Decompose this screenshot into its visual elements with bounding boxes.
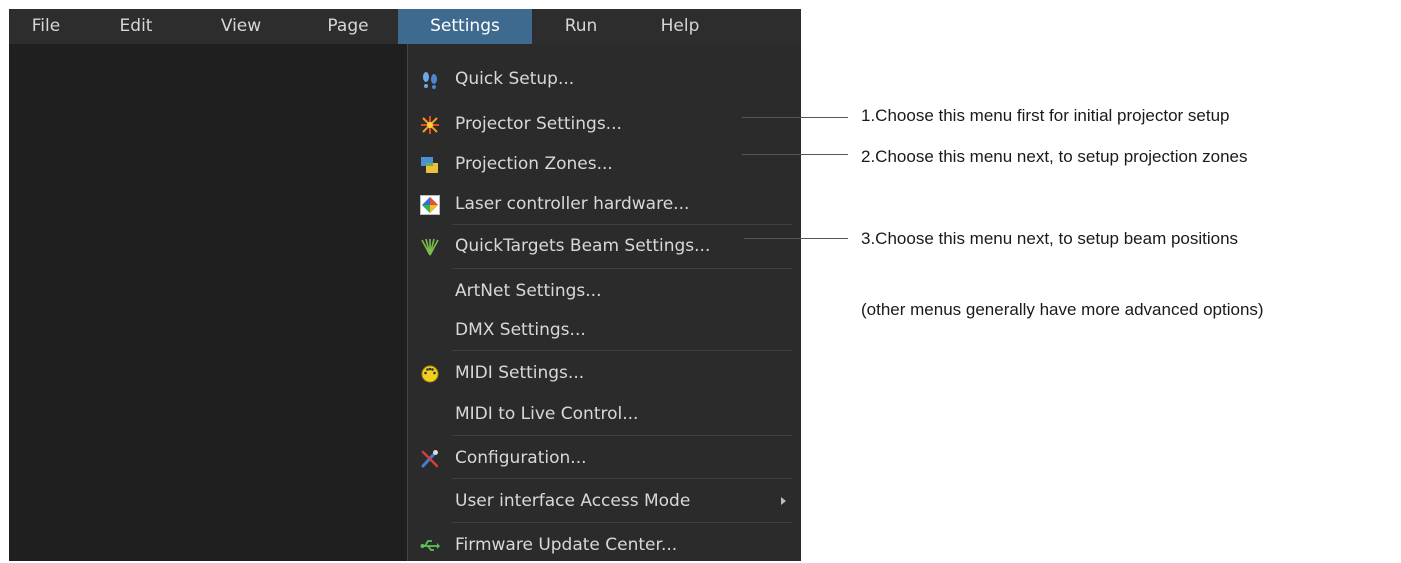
menu-item-label: MIDI to Live Control... (455, 404, 639, 424)
menu-view[interactable]: View (207, 9, 275, 44)
menu-firmware-update-center[interactable]: Firmware Update Center... (408, 527, 800, 563)
annotation-step3: 3.Choose this menu next, to setup beam p… (861, 229, 1239, 248)
menu-item-label: MIDI Settings... (455, 363, 585, 383)
menu-quick-setup[interactable]: Quick Setup... (408, 61, 800, 97)
menu-item-label: Projection Zones... (455, 154, 613, 174)
laser-burst-icon (420, 115, 440, 135)
annotation-note: (other menus generally have more advance… (861, 300, 1264, 319)
menu-page[interactable]: Page (315, 9, 381, 44)
menu-edit[interactable]: Edit (105, 9, 167, 44)
annotation-step1: 1.Choose this menu first for initial pro… (861, 106, 1230, 125)
callout-line-step1 (742, 117, 848, 118)
annotation-step2: 2.Choose this menu next, to setup projec… (861, 147, 1248, 166)
menu-bar: File Edit View Page Settings Run Help (9, 9, 801, 44)
menu-user-interface-access-mode[interactable]: User interface Access Mode (408, 483, 800, 519)
menu-projection-zones[interactable]: Projection Zones... (408, 146, 800, 182)
menu-item-label: Quick Setup... (455, 69, 575, 89)
menu-separator (452, 478, 792, 479)
menu-quicktargets-beam-settings[interactable]: QuickTargets Beam Settings... (408, 228, 800, 264)
menu-item-label: Configuration... (455, 448, 587, 468)
menu-item-label: User interface Access Mode (455, 491, 691, 511)
menu-item-label: DMX Settings... (455, 320, 586, 340)
menu-help[interactable]: Help (645, 9, 715, 44)
submenu-arrow-icon (781, 497, 786, 505)
menu-midi-settings[interactable]: MIDI Settings... (408, 355, 800, 391)
menu-projector-settings[interactable]: Projector Settings... (408, 106, 800, 142)
menu-file[interactable]: File (9, 9, 83, 44)
menu-artnet-settings[interactable]: ArtNet Settings... (408, 273, 800, 309)
menu-item-label: Projector Settings... (455, 114, 622, 134)
footprints-icon (420, 70, 440, 90)
beams-icon (420, 237, 440, 257)
tools-icon (420, 449, 440, 469)
midi-connector-icon (420, 364, 440, 384)
menu-dmx-settings[interactable]: DMX Settings... (408, 312, 800, 348)
app-window: File Edit View Page Settings Run Help Qu… (9, 9, 801, 561)
usb-icon (420, 536, 440, 556)
zones-icon (420, 155, 440, 175)
menu-settings[interactable]: Settings (398, 9, 532, 44)
menu-run[interactable]: Run (547, 9, 615, 44)
menu-separator (452, 268, 792, 269)
menu-item-label: Firmware Update Center... (455, 535, 678, 555)
menu-item-label: Laser controller hardware... (455, 194, 690, 214)
menu-separator (452, 435, 792, 436)
callout-line-step3 (744, 238, 848, 239)
menu-item-label: QuickTargets Beam Settings... (455, 236, 711, 256)
menu-laser-controller-hardware[interactable]: Laser controller hardware... (408, 186, 800, 222)
settings-dropdown: Quick Setup... Projector Settings... Pro… (407, 44, 801, 561)
menu-separator (452, 224, 792, 225)
menu-separator (452, 350, 792, 351)
menu-midi-to-live-control[interactable]: MIDI to Live Control... (408, 396, 800, 432)
menu-separator (452, 522, 792, 523)
menu-item-label: ArtNet Settings... (455, 281, 602, 301)
color-square-icon (420, 195, 440, 215)
menu-configuration[interactable]: Configuration... (408, 440, 800, 476)
callout-line-step2 (742, 154, 848, 155)
